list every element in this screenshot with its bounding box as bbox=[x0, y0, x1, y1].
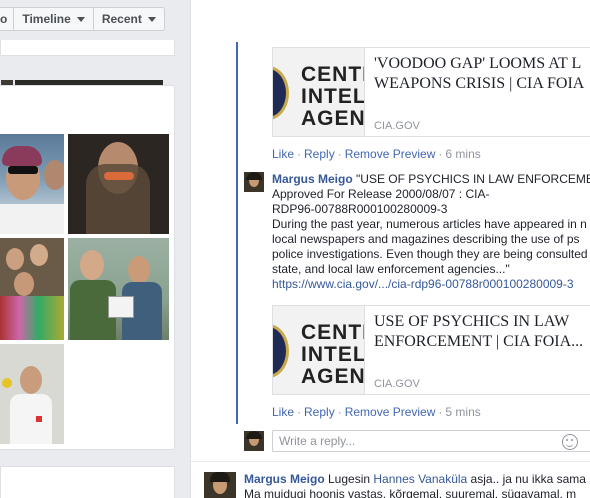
thread-indicator bbox=[236, 42, 238, 424]
preview-thumbnail: CENTRA INTEL AGENCY bbox=[273, 306, 365, 394]
comment-actions: Like · Reply · Remove Preview · 5 mins bbox=[272, 405, 481, 419]
previous-card bbox=[0, 40, 175, 94]
preview-title[interactable]: USE OF PSYCHICS IN LAW ENFORCEMENT | CIA… bbox=[374, 312, 590, 352]
comment-text: RDP96-00788R000100280009-3 bbox=[272, 202, 448, 216]
photo-thumb[interactable] bbox=[68, 238, 169, 340]
reply-comment: Margus Meigo "USE OF PSYCHICS IN LAW ENF… bbox=[272, 172, 590, 292]
photo-thumb[interactable] bbox=[0, 238, 64, 340]
link-preview[interactable]: CENTRA INTEL AGENCY USE OF PSYCHICS IN L… bbox=[272, 305, 590, 395]
like-link[interactable]: Like bbox=[272, 405, 294, 419]
photo-thumb[interactable] bbox=[0, 134, 64, 234]
preview-domain: CIA.GOV bbox=[374, 120, 420, 132]
caret-down-icon bbox=[147, 16, 156, 22]
logo-text: CENTRA bbox=[301, 63, 364, 86]
logo-text: AGENCY bbox=[301, 365, 365, 388]
link-preview[interactable]: CENTRA INTEL AGENCY 'VOODOO GAP' LOOMS A… bbox=[272, 47, 590, 137]
comment: Margus Meigo Lugesin Hannes Vanaküla asj… bbox=[244, 472, 589, 498]
tab-recent[interactable]: Recent bbox=[94, 8, 164, 30]
remove-preview-link[interactable]: Remove Preview bbox=[345, 147, 436, 161]
tab-timeline[interactable]: Timeline bbox=[14, 8, 94, 30]
cia-seal-icon bbox=[273, 66, 289, 120]
caret-down-icon bbox=[76, 16, 85, 22]
comment-text: During the past year, numerous articles … bbox=[272, 217, 587, 231]
comment-link[interactable]: https://www.cia.gov/.../cia-rdp96-00788r… bbox=[272, 277, 590, 292]
preview-title[interactable]: 'VOODOO GAP' LOOMS AT L WEAPONS CRISIS |… bbox=[374, 54, 590, 94]
photo-thumb[interactable] bbox=[0, 344, 64, 444]
comment-text: Approved For Release 2000/08/07 : CIA- bbox=[272, 187, 490, 201]
reply-link[interactable]: Reply bbox=[304, 405, 335, 419]
comment-thread: CENTRA INTEL AGENCY 'VOODOO GAP' LOOMS A… bbox=[190, 0, 590, 498]
logo-text: INTEL bbox=[301, 85, 365, 108]
avatar[interactable] bbox=[244, 172, 264, 192]
logo-text: AGENCY bbox=[301, 107, 365, 130]
next-card bbox=[0, 466, 175, 498]
avatar bbox=[244, 431, 264, 451]
photos-card bbox=[0, 85, 175, 450]
comment-text: Ma muidugi hoonis vastas, kõrgemal, suur… bbox=[244, 487, 577, 498]
like-link[interactable]: Like bbox=[272, 147, 294, 161]
comment-text: police investigations. Even though they … bbox=[272, 247, 588, 261]
timeline-tabs: o Timeline Recent bbox=[0, 7, 165, 31]
mention-link[interactable]: Hannes Vanaküla bbox=[373, 472, 467, 486]
smiley-icon[interactable] bbox=[562, 434, 578, 450]
cia-seal-icon bbox=[273, 324, 289, 378]
comment-text: state, and local law enforcement agencie… bbox=[272, 262, 510, 276]
comment-text: local newspapers and magazines describin… bbox=[272, 232, 580, 246]
preview-domain: CIA.GOV bbox=[374, 378, 420, 390]
remove-preview-link[interactable]: Remove Preview bbox=[345, 405, 436, 419]
comment-actions: Like · Reply · Remove Preview · 6 mins bbox=[272, 147, 481, 161]
comment-author[interactable]: Margus Meigo bbox=[244, 472, 325, 486]
reply-link[interactable]: Reply bbox=[304, 147, 335, 161]
timestamp[interactable]: 6 mins bbox=[445, 147, 480, 161]
comment-author[interactable]: Margus Meigo bbox=[272, 172, 353, 186]
comment-text: "USE OF PSYCHICS IN LAW ENFORCEMENT bbox=[356, 172, 590, 186]
preview-thumbnail: CENTRA INTEL AGENCY bbox=[273, 48, 365, 136]
reply-input[interactable] bbox=[272, 430, 590, 452]
logo-text: INTEL bbox=[301, 343, 365, 366]
timestamp[interactable]: 5 mins bbox=[445, 405, 480, 419]
left-column: o Timeline Recent bbox=[0, 0, 190, 498]
avatar[interactable] bbox=[204, 472, 236, 498]
logo-text: CENTRA bbox=[301, 321, 364, 344]
reply-composer bbox=[244, 428, 590, 454]
divider bbox=[191, 461, 590, 462]
photo-thumb[interactable] bbox=[68, 134, 169, 234]
tab-partial[interactable]: o bbox=[0, 8, 15, 30]
